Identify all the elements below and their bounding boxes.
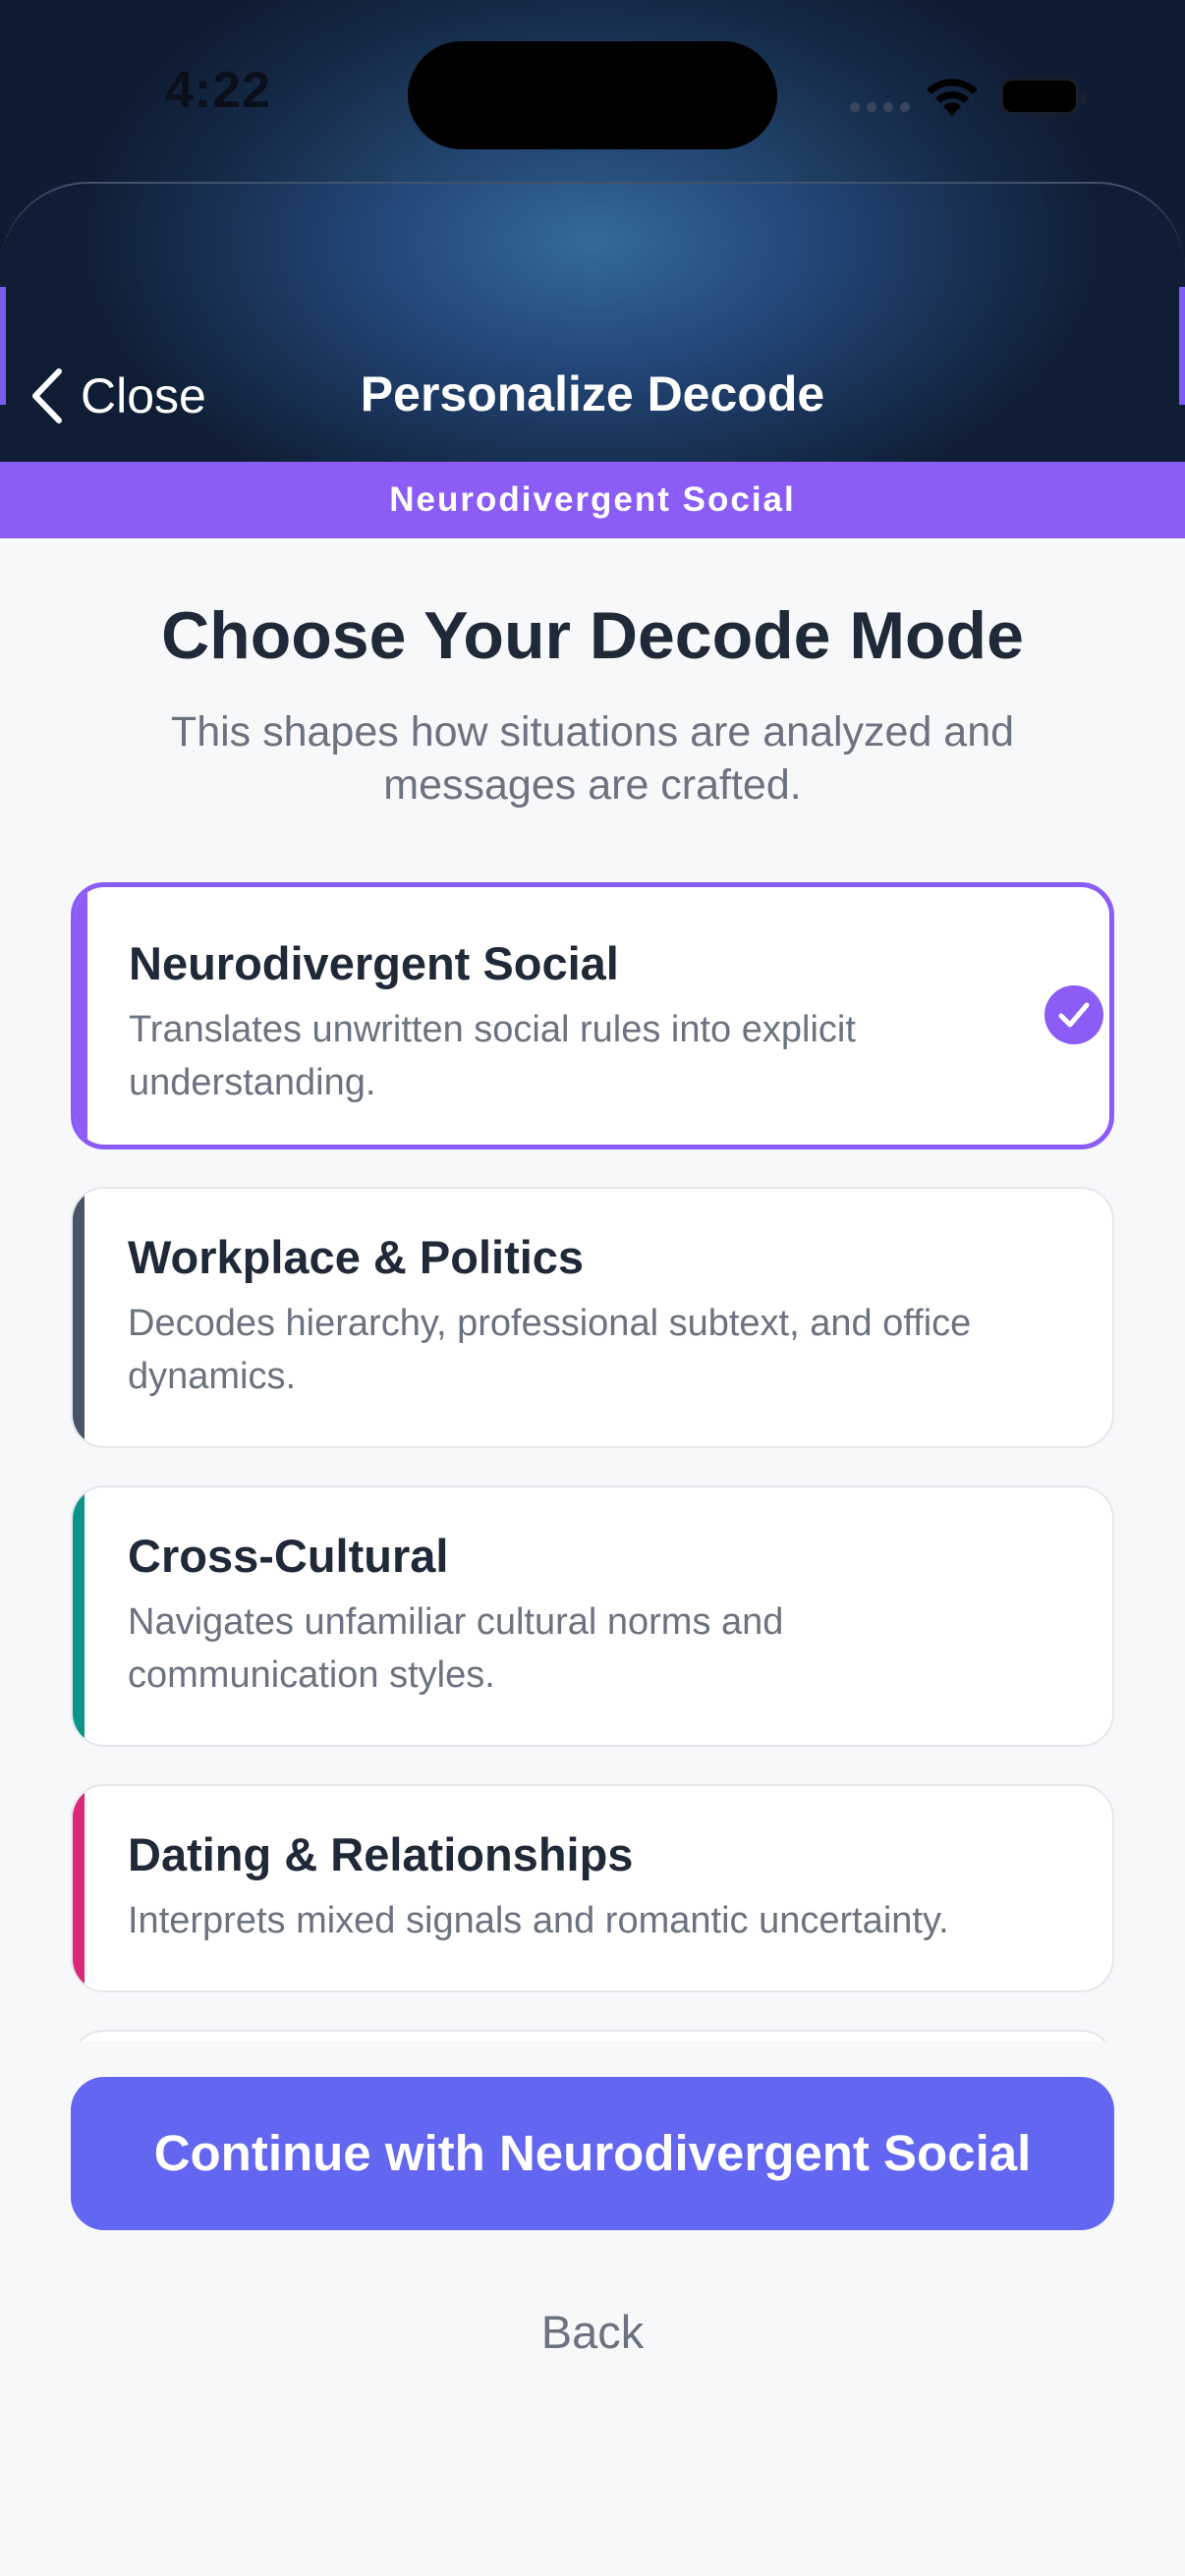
mode-card-cross-cultural[interactable]: Cross-Cultural Navigates unfamiliar cult… [71,1485,1114,1747]
current-mode-banner: Neurodivergent Social [0,462,1185,538]
header-background: 4:22 Close Personalize Decode [0,0,1185,462]
status-time: 4:22 [165,62,272,119]
card-accent [76,887,87,1145]
signal-icon [850,102,910,112]
mode-description: Translates unwritten social rules into e… [129,1009,856,1103]
battery-icon [1000,78,1086,115]
card-accent [73,1189,85,1446]
chevron-left-icon [32,368,62,423]
mode-card-next-partial[interactable] [71,2030,1114,2042]
section-subheading: This shapes how situations are analyzed … [170,708,1015,809]
mode-title: Dating & Relationships [128,1828,634,1880]
card-accent [73,1786,85,1990]
dynamic-island [408,41,777,149]
mode-title: Cross-Cultural [128,1530,449,1582]
mode-card-neurodivergent-social[interactable]: Neurodivergent Social Translates unwritt… [71,882,1114,1149]
mode-title: Neurodivergent Social [129,937,619,989]
section-heading: Choose Your Decode Mode [161,598,1024,673]
close-label: Close [81,368,206,423]
close-button[interactable]: Close [29,365,206,426]
mode-description: Decodes hierarchy, professional subtext,… [128,1303,972,1397]
mode-description: Navigates unfamiliar cultural norms and … [128,1601,784,1696]
back-button[interactable]: Back [0,2305,1185,2359]
mode-description: Interprets mixed signals and romantic un… [128,1900,949,1941]
card-accent [73,1487,85,1745]
continue-button[interactable]: Continue with Neurodivergent Social [71,2077,1114,2230]
checkmark-icon [1044,985,1103,1044]
mode-card-workplace-politics[interactable]: Workplace & Politics Decodes hierarchy, … [71,1187,1114,1448]
wifi-icon [927,79,978,116]
mode-card-dating-relationships[interactable]: Dating & Relationships Interprets mixed … [71,1784,1114,1992]
mode-title: Workplace & Politics [128,1231,585,1283]
mode-list[interactable]: Neurodivergent Social Translates unwritt… [71,882,1114,2042]
